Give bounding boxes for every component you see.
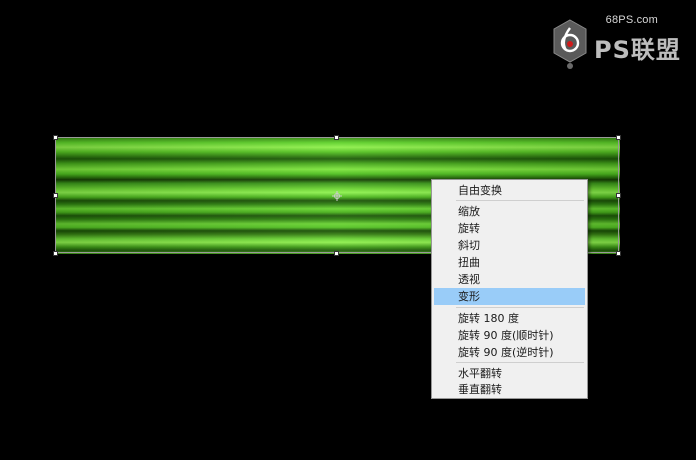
menu-separator <box>456 307 584 308</box>
menu-item-flip-vertical[interactable]: 垂直翻转 <box>434 381 585 398</box>
transform-handle-top-left[interactable] <box>53 135 58 140</box>
menu-separator <box>456 200 584 201</box>
menu-item-flip-horizontal[interactable]: 水平翻转 <box>434 365 585 382</box>
watermark-brand: PS联盟 <box>594 36 681 64</box>
watermark-logo: PS联盟 <box>548 16 688 74</box>
menu-item-perspective[interactable]: 透视 <box>434 271 585 288</box>
transform-handle-bottom-center[interactable] <box>334 251 339 256</box>
transform-handle-bottom-right[interactable] <box>616 251 621 256</box>
transform-handle-top-center[interactable] <box>334 135 339 140</box>
transform-center-icon[interactable] <box>332 191 342 201</box>
menu-item-skew[interactable]: 斜切 <box>434 237 585 254</box>
menu-separator <box>456 362 584 363</box>
transform-handle-bottom-left[interactable] <box>53 251 58 256</box>
menu-item-warp[interactable]: 变形 <box>434 288 585 305</box>
menu-item-rotate[interactable]: 旋转 <box>434 220 585 237</box>
transform-handle-middle-right[interactable] <box>616 193 621 198</box>
transform-handle-middle-left[interactable] <box>53 193 58 198</box>
menu-item-distort[interactable]: 扭曲 <box>434 254 585 271</box>
menu-item-rotate-90-ccw[interactable]: 旋转 90 度(逆时针) <box>434 344 585 361</box>
transform-context-menu: 自由变换 缩放 旋转 斜切 扭曲 透视 变形 旋转 180 度 旋转 90 度(… <box>431 179 588 399</box>
menu-item-rotate-180[interactable]: 旋转 180 度 <box>434 310 585 327</box>
menu-item-free-transform[interactable]: 自由变换 <box>434 182 585 199</box>
menu-item-rotate-90-cw[interactable]: 旋转 90 度(顺时针) <box>434 327 585 344</box>
menu-item-scale[interactable]: 缩放 <box>434 203 585 220</box>
transform-handle-top-right[interactable] <box>616 135 621 140</box>
